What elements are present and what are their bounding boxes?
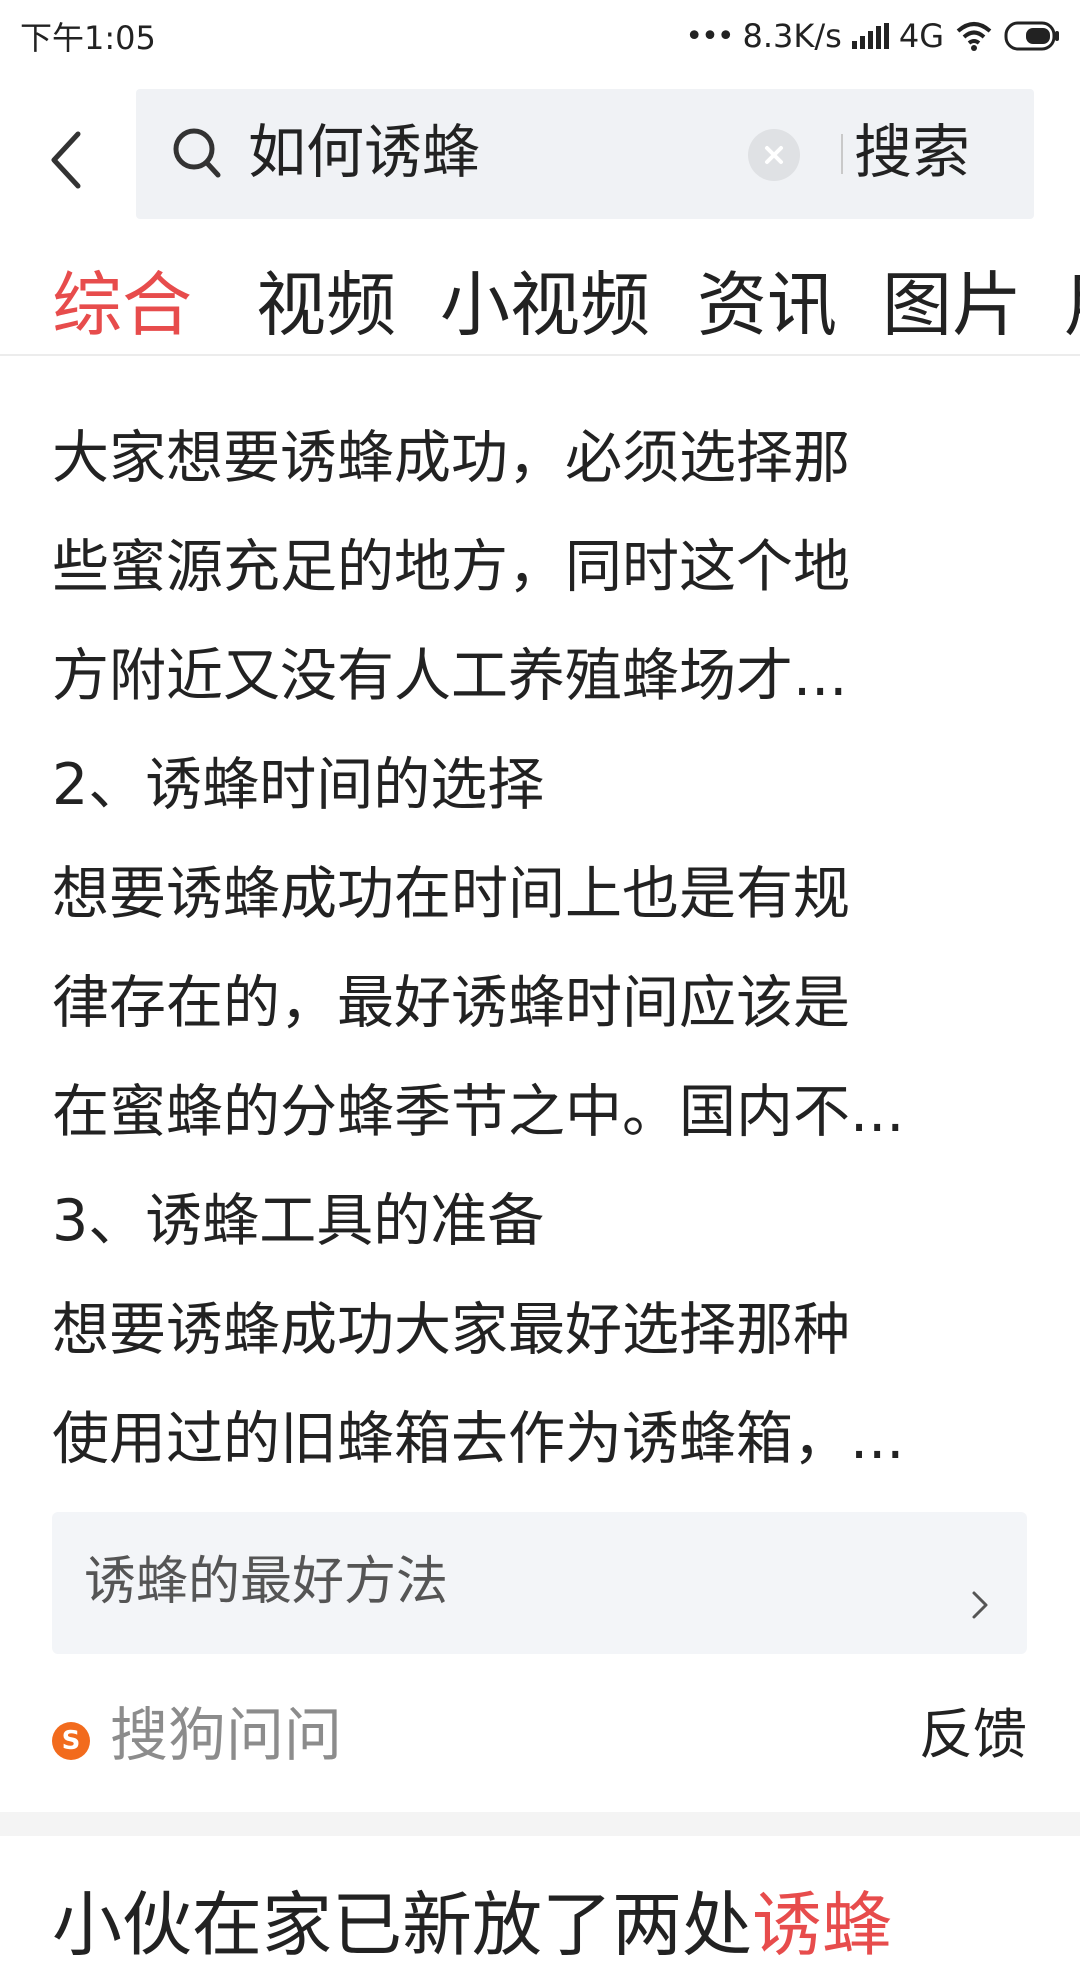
content-line: 大家想要诱蜂成功，必须选择那 bbox=[52, 425, 850, 491]
search-input[interactable]: 如何诱蜂 bbox=[248, 117, 480, 187]
source-row: S 搜狗问问 反馈 bbox=[52, 1694, 1027, 1774]
tab-images[interactable]: 图片 bbox=[882, 260, 1022, 350]
tab-comprehensive[interactable]: 综合 bbox=[52, 260, 192, 350]
status-indicators: ••• 8.3K/s 4G bbox=[685, 17, 1060, 55]
search-icon bbox=[173, 128, 221, 178]
content-line: 在蜜蜂的分蜂季节之中。国内不... bbox=[52, 1079, 905, 1145]
search-button[interactable]: 搜索 bbox=[854, 117, 970, 187]
dots-icon: ••• bbox=[685, 18, 734, 54]
clear-icon[interactable] bbox=[748, 129, 800, 181]
content-line: 些蜜源充足的地方，同时这个地 bbox=[52, 534, 850, 600]
network-type: 4G bbox=[898, 17, 944, 55]
signal-icon bbox=[851, 23, 889, 49]
search-header: 如何诱蜂 搜索 bbox=[0, 85, 1080, 225]
tab-news[interactable]: 资讯 bbox=[697, 260, 837, 350]
result-content[interactable]: 大家想要诱蜂成功，必须选择那 些蜜源充足的地方，同时这个地 方附近又没有人工养殖… bbox=[52, 404, 1032, 1494]
content-line: 2、诱蜂时间的选择 bbox=[52, 752, 545, 818]
back-button[interactable] bbox=[36, 125, 96, 195]
next-result-title-highlight: 诱蜂 bbox=[752, 1884, 892, 1966]
search-divider bbox=[841, 134, 843, 174]
content-line: 方附近又没有人工养殖蜂场才... bbox=[52, 643, 848, 709]
content-line: 想要诱蜂成功在时间上也是有规 bbox=[52, 861, 850, 927]
section-divider bbox=[0, 1812, 1080, 1836]
network-speed: 8.3K/s bbox=[742, 17, 842, 55]
tab-short-video[interactable]: 小视频 bbox=[440, 260, 650, 350]
related-search-card[interactable]: 诱蜂的最好方法 bbox=[52, 1512, 1027, 1654]
source-name[interactable]: 搜狗问问 bbox=[110, 1700, 342, 1770]
close-icon bbox=[765, 146, 783, 164]
battery-icon bbox=[1004, 21, 1060, 51]
wifi-icon bbox=[954, 21, 994, 51]
chevron-left-icon bbox=[51, 131, 81, 189]
sogou-logo-icon: S bbox=[52, 1722, 90, 1760]
chevron-right-icon bbox=[972, 1591, 988, 1619]
content-line: 使用过的旧蜂箱去作为诱蜂箱，... bbox=[52, 1406, 905, 1472]
status-time: 下午1:05 bbox=[20, 19, 156, 57]
tab-video[interactable]: 视频 bbox=[256, 260, 396, 350]
feedback-button[interactable]: 反馈 bbox=[919, 1700, 1027, 1770]
tab-more[interactable]: 用 bbox=[1064, 260, 1080, 350]
content-line: 律存在的，最好诱蜂时间应该是 bbox=[52, 970, 850, 1036]
content-line: 3、诱蜂工具的准备 bbox=[52, 1188, 545, 1254]
related-search-label: 诱蜂的最好方法 bbox=[84, 1552, 449, 1612]
category-tabs: 综合 视频 小视频 资讯 图片 用 bbox=[0, 260, 1080, 356]
search-box[interactable]: 如何诱蜂 搜索 bbox=[136, 89, 1034, 219]
status-bar: 下午1:05 ••• 8.3K/s 4G bbox=[0, 0, 1080, 72]
next-result-title[interactable]: 小伙在家已新放了两处诱蜂 bbox=[52, 1880, 1080, 1970]
content-line: 想要诱蜂成功大家最好选择那种 bbox=[52, 1297, 850, 1363]
next-result-title-text: 小伙在家已新放了两处 bbox=[52, 1884, 752, 1966]
